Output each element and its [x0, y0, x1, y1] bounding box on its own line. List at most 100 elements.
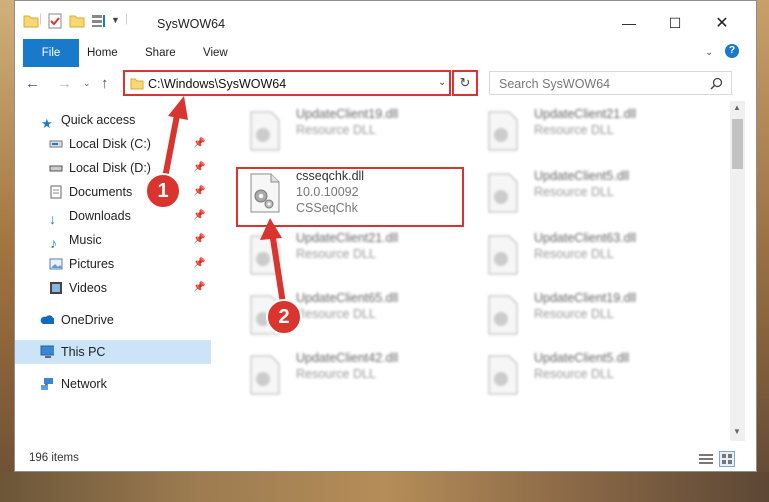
- file-item[interactable]: UpdateClient5.dll Resource DLL: [478, 347, 698, 409]
- callout-badge-2: 2: [266, 299, 302, 335]
- nav-item-label: Network: [61, 377, 107, 391]
- item-count: 196 items: [29, 452, 79, 464]
- expand-ribbon-chevron-icon[interactable]: ⌄: [705, 47, 713, 58]
- search-icon: [710, 77, 723, 90]
- file-name: UpdateClient5.dll: [534, 169, 630, 183]
- cloud-icon: [40, 315, 54, 324]
- file-name: UpdateClient63.dll: [534, 231, 637, 245]
- recent-locations-chevron-icon[interactable]: ⌄: [83, 78, 91, 89]
- file-highlight-box: [236, 167, 464, 227]
- scrollbar-thumb[interactable]: [732, 119, 743, 169]
- nav-item-local-disk-d[interactable]: Local Disk (D:) 📌: [15, 156, 211, 180]
- nav-item-documents[interactable]: Documents 📌: [15, 180, 211, 204]
- forward-arrow-icon[interactable]: →: [57, 75, 72, 92]
- title-bar: | ▼ | SysWOW64 — ☐ ✕: [15, 1, 756, 39]
- maximize-button[interactable]: ☐: [652, 11, 698, 35]
- nav-item-label: Music: [69, 233, 102, 247]
- file-type: Resource DLL: [534, 123, 614, 137]
- dll-file-icon: [250, 235, 280, 275]
- nav-item-label: Quick access: [61, 113, 136, 127]
- nav-item-label: This PC: [61, 345, 106, 359]
- tab-share[interactable]: Share: [145, 39, 176, 67]
- separator: |: [39, 11, 43, 25]
- address-highlight-box: [123, 70, 451, 96]
- nav-item-onedrive[interactable]: OneDrive: [15, 308, 211, 332]
- file-item[interactable]: UpdateClient19.dll Resource DLL: [478, 287, 698, 349]
- desktop-background-left: [0, 0, 14, 502]
- file-name: UpdateClient19.dll: [296, 107, 399, 121]
- file-name: UpdateClient65.dll: [296, 291, 399, 305]
- file-type: Resource DLL: [296, 367, 376, 381]
- nav-item-quick-access[interactable]: ★ Quick access: [15, 108, 211, 132]
- nav-item-pictures[interactable]: Pictures 📌: [15, 252, 211, 276]
- large-icons-view-icon[interactable]: [719, 451, 735, 467]
- tab-view[interactable]: View: [203, 39, 228, 67]
- file-name: UpdateClient21.dll: [534, 107, 637, 121]
- nav-item-videos[interactable]: Videos 📌: [15, 276, 211, 300]
- search-placeholder: Search SysWOW64: [499, 77, 611, 91]
- tab-file[interactable]: File: [23, 39, 79, 67]
- up-arrow-icon[interactable]: ↑: [101, 75, 109, 92]
- file-item[interactable]: UpdateClient42.dll Resource DLL: [240, 347, 460, 409]
- search-box[interactable]: Search SysWOW64: [489, 71, 732, 95]
- help-icon[interactable]: ?: [725, 44, 739, 58]
- navigation-pane: ★ Quick access Local Disk (C:) 📌 Local D…: [15, 101, 211, 441]
- nav-item-label: Local Disk (D:): [69, 161, 151, 175]
- nav-item-music[interactable]: ♪ Music 📌: [15, 228, 211, 252]
- drive-icon: [49, 165, 63, 172]
- file-item[interactable]: UpdateClient5.dll Resource DLL: [478, 165, 698, 227]
- computer-icon: [40, 345, 54, 358]
- nav-item-network[interactable]: Network: [15, 372, 211, 396]
- vertical-scrollbar[interactable]: ▲ ▼: [730, 101, 745, 441]
- folder-icon[interactable]: [23, 13, 39, 29]
- nav-item-this-pc[interactable]: This PC: [15, 340, 211, 364]
- download-icon: ↓: [49, 211, 56, 227]
- tab-home[interactable]: Home: [87, 39, 118, 67]
- file-item[interactable]: UpdateClient21.dll Resource DLL: [240, 227, 460, 289]
- nav-item-label: Downloads: [69, 209, 131, 223]
- file-type: Resource DLL: [296, 123, 376, 137]
- file-type: Resource DLL: [534, 247, 614, 261]
- scroll-up-icon[interactable]: ▲: [733, 103, 741, 112]
- refresh-button[interactable]: ↻: [452, 70, 478, 96]
- network-icon: [41, 378, 53, 390]
- rename-icon[interactable]: [91, 13, 107, 29]
- scroll-down-icon[interactable]: ▼: [733, 427, 741, 436]
- address-row: ← → ⌄ ↑ C:\Windows\SysWOW64 ⌄ ↻ Search S…: [15, 67, 756, 101]
- video-icon: [50, 282, 62, 294]
- nav-item-local-disk-c[interactable]: Local Disk (C:) 📌: [15, 132, 211, 156]
- window-title: SysWOW64: [157, 17, 226, 31]
- desktop-background-right: [757, 0, 769, 502]
- new-folder-icon[interactable]: [69, 13, 85, 29]
- file-item[interactable]: UpdateClient21.dll Resource DLL: [478, 103, 698, 165]
- details-view-icon[interactable]: [699, 453, 713, 465]
- file-item[interactable]: UpdateClient19.dll Resource DLL: [240, 103, 460, 165]
- file-name: UpdateClient42.dll: [296, 351, 399, 365]
- file-item[interactable]: UpdateClient63.dll Resource DLL: [478, 227, 698, 289]
- file-name: UpdateClient5.dll: [534, 351, 630, 365]
- file-name: UpdateClient21.dll: [296, 231, 399, 245]
- picture-icon: [49, 258, 63, 270]
- dll-file-icon: [488, 235, 518, 275]
- dll-file-icon: [488, 173, 518, 213]
- file-name: UpdateClient19.dll: [534, 291, 637, 305]
- close-button[interactable]: ✕: [699, 11, 745, 35]
- explorer-window: | ▼ | SysWOW64 — ☐ ✕ File Home Share Vie…: [14, 0, 757, 472]
- desktop-background-bottom: [0, 472, 769, 502]
- pin-icon: 📌: [193, 282, 206, 293]
- dll-file-icon: [250, 355, 280, 395]
- status-bar: 196 items: [15, 447, 756, 471]
- nav-item-downloads[interactable]: ↓ Downloads 📌: [15, 204, 211, 228]
- file-list: UpdateClient19.dll Resource DLL csseqchk…: [222, 101, 730, 441]
- back-arrow-icon[interactable]: ←: [25, 75, 40, 92]
- minimize-button[interactable]: —: [606, 11, 652, 35]
- customize-toolbar-chevron-icon[interactable]: ▼: [111, 15, 120, 31]
- file-type: Resource DLL: [534, 185, 614, 199]
- music-icon: ♪: [50, 235, 57, 251]
- nav-item-label: Local Disk (C:): [69, 137, 151, 151]
- pin-icon: 📌: [193, 138, 206, 149]
- dll-file-icon: [250, 111, 280, 151]
- file-type: Resource DLL: [296, 247, 376, 261]
- callout-badge-1: 1: [145, 173, 181, 209]
- properties-icon[interactable]: [47, 13, 63, 29]
